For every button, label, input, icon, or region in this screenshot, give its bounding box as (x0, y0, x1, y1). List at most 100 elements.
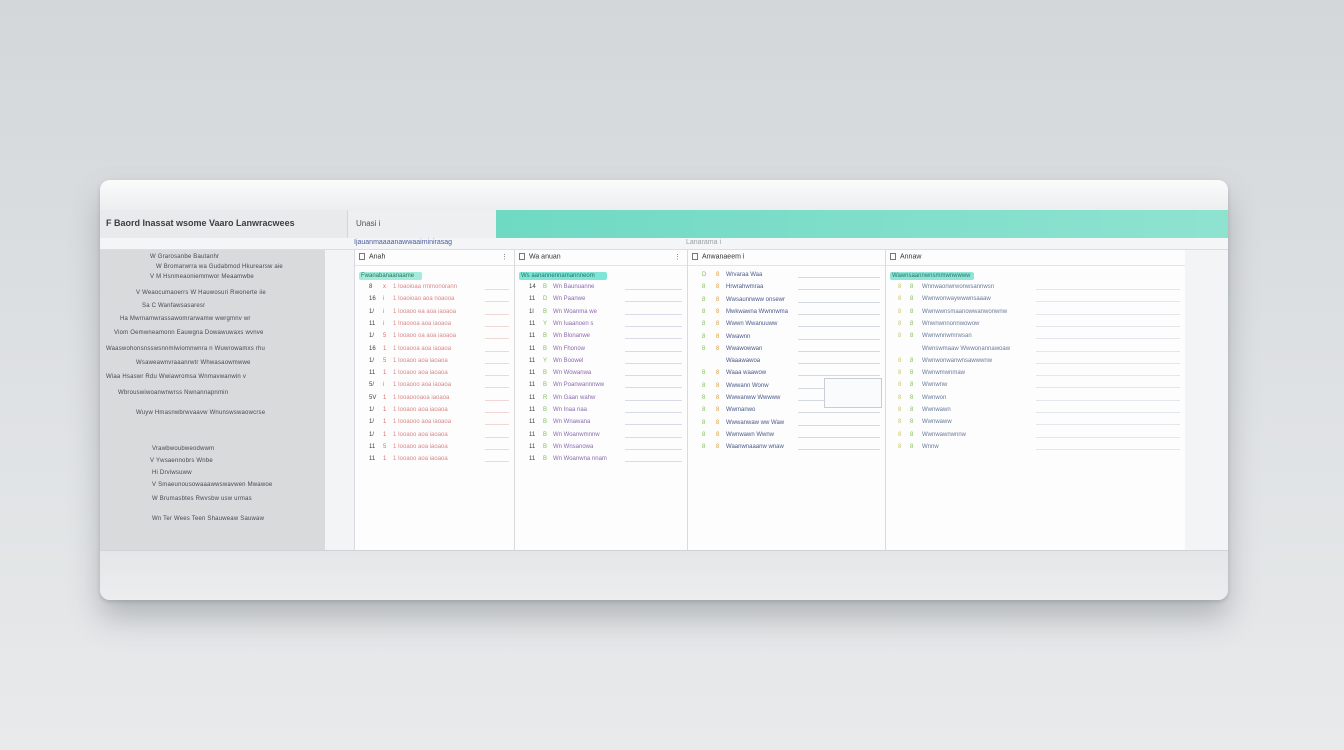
sidebar-item[interactable]: Vrawbwoubweodwwm (152, 446, 214, 452)
window-titlebar[interactable] (100, 180, 1228, 210)
panel-header[interactable]: Anah ⋮ (355, 250, 514, 266)
row-index: 8 (702, 395, 706, 401)
list-row[interactable]: 1l B Wn Woanma we (515, 307, 687, 320)
sidebar-item[interactable]: Wn Ter Wees Teen Shauweaw Sauwaw (152, 516, 264, 522)
sidebar-item[interactable]: V Smaeunousowaaawwswavwen Mwawoe (152, 482, 272, 488)
list-row[interactable]: 8 8 Wnnwaonwrwonwsannwsn (886, 282, 1185, 295)
list-row[interactable]: 8 8 Wwnwawnwnnw (886, 430, 1185, 443)
row-rule (625, 387, 682, 389)
list-row[interactable]: 14 B Wn Baunuanne (515, 282, 687, 295)
list-row[interactable]: 8 8 Wwnwwnsmaanowwanwonwnw (886, 307, 1185, 320)
list-row[interactable]: 8 8 Wwnwonwanwnsawwwnw (886, 356, 1185, 369)
list-row[interactable]: 5V 1 1 Iooaoooaoa iaoaoa (355, 393, 514, 406)
sidebar-item[interactable]: W Grarosanbe Bautanhr (150, 254, 219, 260)
list-row[interactable]: 11 Y Wn Iuaanoen s (515, 319, 687, 332)
row-index: 8 (702, 333, 706, 340)
list-row[interactable]: 8 8 Wwnwmwnmaw (886, 368, 1185, 381)
sidebar-item[interactable]: Wuyw Hmasnwbrwvaavw Wnunswswaowcrse (136, 410, 265, 416)
list-row[interactable]: 11 B Wn Wnawana (515, 417, 687, 430)
row-text: Wnwnwnnonnwowow (922, 320, 980, 327)
list-row[interactable]: 8 8 Wwawowwan (688, 344, 885, 357)
list-row[interactable]: 11 1 1 Iooaoo aoa iaoaoa (355, 454, 514, 467)
row-marker: 1 (383, 431, 387, 438)
list-row[interactable]: 8 8 Wwnwaww (886, 417, 1185, 430)
sidebar-item[interactable]: Viom Oemwneamonn Eauwgna Dowawuwaxs wvnv… (114, 330, 264, 336)
list-row[interactable]: 16 i 1 Ioaoioao aoa noaooa (355, 294, 514, 307)
list-row[interactable]: 8 8 Wwawnn (688, 332, 885, 345)
list-row[interactable]: 11 B Wn Fhonow (515, 344, 687, 357)
list-row[interactable]: 8 8 Wnnw (886, 442, 1185, 455)
highlighted-row[interactable]: Ws aanannennamannneom (519, 272, 608, 280)
list-row[interactable]: 16 1 1 Iooaooa aoa iaoaoa (355, 344, 514, 357)
list-row[interactable]: 11 B Wn Inaa naa (515, 405, 687, 418)
highlighted-row[interactable]: Fwanabanaanaame (359, 272, 422, 280)
list-row[interactable]: 1/1 1 Iooaooo aoa iaoaoa (355, 417, 514, 430)
list-row[interactable]: 8 8 Mwkwawna Wwnnwma (688, 307, 885, 320)
list-row[interactable]: 11 B Wn Blonanwe (515, 331, 687, 344)
list-row[interactable]: 11 i 1 Inaoooa aoa iaoaoa (355, 319, 514, 332)
list-row[interactable]: 11 D Wn Paanwe (515, 294, 687, 307)
list-row[interactable]: 8 8 Wwnwawn Wwnw (688, 430, 885, 443)
list-row[interactable]: 1/1 1 Iooaoo aoa iaoaoa (355, 430, 514, 443)
list-row[interactable]: 11 R Wn Gaan wahw (515, 393, 687, 406)
sidebar-item[interactable]: Wiaa Hsaswr Rdu Wwiawromsa Wnmavwanwin v (106, 374, 246, 380)
list-row[interactable]: 11 B Wn Wnsanowa (515, 442, 687, 455)
panel-header[interactable]: Wa anuan ⋮ (515, 250, 687, 266)
sidebar-item[interactable]: Wbrouswiwoanwnwrss Nwnannapnmin (118, 390, 228, 396)
list-row[interactable]: 11 1 1 Iooaoo aoa iaoaoa (355, 368, 514, 381)
sidebar-item[interactable]: Waaswohonsnsswsnnmlwiomnwnra n Wuwrowamx… (106, 346, 265, 352)
breadcrumb-link[interactable]: Ijauanmaaaanawwaaiminirasag (354, 239, 452, 246)
list-row[interactable]: Wwnswmaaw Wwwonannawoaw (886, 344, 1185, 357)
list-row[interactable]: 1/5 1 Iooaoo aoa iaoaoa (355, 356, 514, 369)
list-row[interactable]: 5/i 1 Iooaooo aoa iaoaoa (355, 380, 514, 393)
list-row[interactable]: 8 8 Wwsaunrwww onsewr (688, 295, 885, 308)
list-row[interactable]: 11 B Wn Woanwna nnam (515, 454, 687, 467)
highlighted-row[interactable]: Wawnsaannwnsmmwnwwww (890, 272, 974, 280)
list-row[interactable]: 1/5 1 Iooaoo oa aoa iaoaoa (355, 331, 514, 344)
list-row[interactable]: D 8 Wrvaraa Waa (688, 270, 885, 283)
list-row[interactable]: 8 8 Waanwnaaanw wnaw (688, 442, 885, 455)
list-row[interactable]: 8 8 Wnwnwnnonnwowow (886, 319, 1185, 332)
list-row[interactable]: 8 8 Wwnwawn (886, 405, 1185, 418)
sidebar-item[interactable]: V Ywsaennobrs Wnbe (150, 458, 213, 464)
sidebar: W Grarosanbe Bautanhr W Bromarwrra wa Gud… (100, 250, 325, 550)
row-index: 8 (702, 345, 706, 352)
sidebar-item[interactable]: V Weaocumaoerrs W Hauwosuri Rwonerte iie (136, 290, 266, 296)
list-row[interactable]: 11 B Wn Woanwmnnw (515, 430, 687, 443)
list-row[interactable]: 11 B Wn Poanwannnww (515, 380, 687, 393)
panel-menu-icon[interactable]: ⋮ (674, 253, 681, 261)
row-index: 8 (898, 407, 902, 413)
sidebar-item[interactable]: W Bromarwrra wa Gudabmod Hkurearsw aie (156, 264, 283, 270)
list-row[interactable]: 8 8 Wwnwnw (886, 380, 1185, 393)
tab-main[interactable]: Unasi i (348, 210, 496, 238)
row-index: 5V (369, 394, 377, 401)
list-row[interactable]: 11 B Wn Wowanwa (515, 368, 687, 381)
list-row[interactable]: 11 5 1 Iooaoo aoa iaoaoa (355, 442, 514, 455)
panel-menu-icon[interactable]: ⋮ (501, 253, 508, 261)
list-row[interactable]: 1/i 1 Iooaoo ea aoa iaoaoa (355, 307, 514, 320)
row-index: 8 (898, 284, 902, 290)
sidebar-item[interactable]: W Brumasbtes Rwvsbw usw urmas (152, 496, 252, 502)
sidebar-item[interactable]: Ha Mwrnamwrassawomrarwamw wwrgmnv wr (120, 316, 251, 322)
row-rule (798, 412, 880, 414)
list-row[interactable]: 8 8 Wwnwnnwmrwsan (886, 331, 1185, 344)
sidebar-item[interactable]: Hi Drviwsuww (152, 470, 192, 476)
list-row[interactable]: 8 8 Hrwrahwmraa (688, 282, 885, 295)
row-marker: B (543, 456, 548, 463)
panel-header[interactable]: Anwanaeem i (688, 250, 885, 266)
list-row[interactable]: 8 8 Wwnwon (886, 393, 1185, 406)
row-marker: 8 (716, 308, 720, 315)
sidebar-item[interactable]: Wsaweawnvraaanrwtr Whwasaowmwwe (136, 360, 251, 366)
panel-header[interactable]: Annaw (886, 250, 1185, 266)
list-row[interactable]: 8 8 Wwnwonwaywwwnsaaaw (886, 294, 1185, 307)
sidebar-item[interactable]: V M Hsnmeaoniemmwor Meaamwbe (150, 274, 254, 280)
sidebar-item[interactable]: Sa C Wanfawsasaresr (142, 303, 205, 309)
list-row[interactable]: 8 8 Wwwanwaw ww Waw (688, 418, 885, 431)
list-row[interactable]: Waaawawoa (688, 356, 885, 369)
list-row[interactable]: 8 8 Wwwn Wwanuuww (688, 319, 885, 332)
popup-card[interactable] (824, 378, 882, 408)
list-row[interactable]: 1/1 1 Iooaoo aoa iaoaoa (355, 405, 514, 418)
list-row[interactable]: 11 Y Wn Boowel (515, 356, 687, 369)
row-index: 11 (529, 357, 536, 364)
list-row[interactable]: 8 x 1 Ioaoioaa rrnmonorann (355, 282, 514, 295)
